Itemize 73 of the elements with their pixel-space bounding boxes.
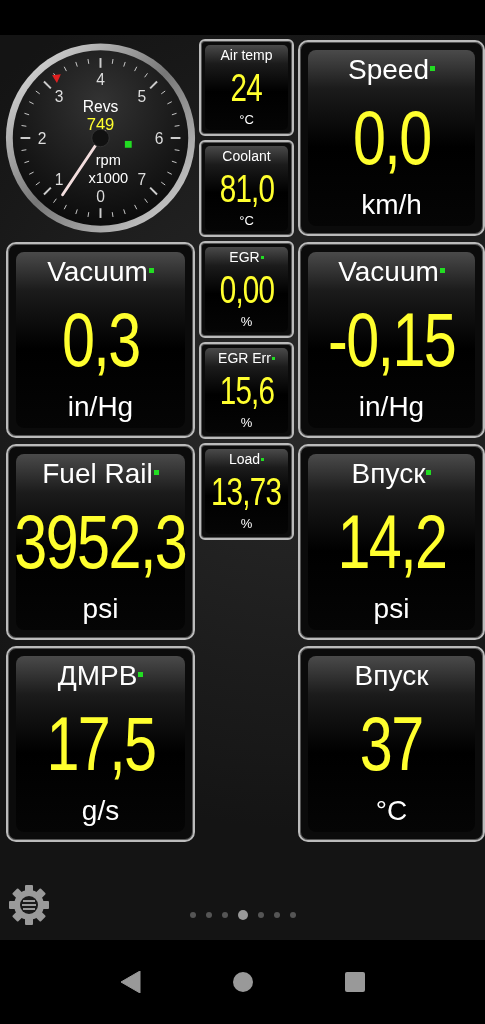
tile-label: Load xyxy=(228,451,261,468)
gauge-unit: rpm xyxy=(95,152,121,169)
gauge-tile[interactable]: Впуск 14,2 psi xyxy=(298,444,485,640)
tile-label: Впуск xyxy=(351,458,426,490)
tile-label: EGR Err xyxy=(218,350,271,367)
gauge-title: Revs xyxy=(82,97,119,115)
page-indicator-dot[interactable] xyxy=(237,910,248,920)
page-indicator-dot[interactable] xyxy=(205,912,212,918)
tile-label: Coolant xyxy=(222,148,271,165)
back-icon[interactable] xyxy=(120,971,141,993)
gauge-tile[interactable]: ДМРВ 17,5 g/s xyxy=(6,646,195,842)
tile-unit: % xyxy=(240,516,253,531)
tile-unit: in/Hg xyxy=(67,392,134,422)
recents-icon[interactable] xyxy=(344,972,365,992)
tile-value: 13,73 xyxy=(211,472,282,512)
gauge-tick-label: 6 xyxy=(154,129,164,147)
gauge-tile[interactable]: Load 13,73 % xyxy=(199,443,294,540)
tile-label: Fuel Rail xyxy=(42,458,153,490)
gauge-tile[interactable]: Fuel Rail 3952,3 psi xyxy=(6,444,195,640)
tile-unit: psi xyxy=(82,594,119,624)
tile-value: 14,2 xyxy=(336,502,447,582)
tile-label: ДМРВ xyxy=(57,660,138,692)
needle-hub xyxy=(91,128,110,148)
tile-label: Vacuum xyxy=(338,256,439,288)
tile-value: 81,0 xyxy=(219,169,274,209)
tile-unit: km/h xyxy=(361,190,422,220)
tile-value: 24 xyxy=(230,68,263,108)
gauge-tile[interactable]: Coolant 81,0 °C xyxy=(199,140,294,237)
tile-label: Впуск xyxy=(354,660,429,692)
gauge-tile[interactable]: Vacuum 0,3 in/Hg xyxy=(6,242,195,438)
page-indicator-dot[interactable] xyxy=(189,912,196,918)
tile-unit: % xyxy=(240,314,253,329)
tile-label: Speed xyxy=(348,54,429,86)
gauge-tick-label: 2 xyxy=(37,129,47,147)
tile-value: 37 xyxy=(360,704,423,784)
home-icon[interactable] xyxy=(232,972,253,992)
tile-value: -0,15 xyxy=(327,300,456,380)
gauge-tile[interactable]: EGR Err 15,6 % xyxy=(199,342,294,439)
tile-unit: % xyxy=(240,415,253,430)
gauge-scale: x1000 xyxy=(88,169,129,186)
gauge-tile[interactable]: Vacuum -0,15 in/Hg xyxy=(298,242,485,438)
tile-unit: g/s xyxy=(81,796,120,826)
page-indicator-dot[interactable] xyxy=(221,912,228,918)
page-indicator-dot[interactable] xyxy=(257,912,264,918)
tile-value: 0,3 xyxy=(61,300,140,380)
gauge-tick-label: 5 xyxy=(137,88,147,106)
gauge-tick-label: 3 xyxy=(54,88,64,106)
tile-unit: in/Hg xyxy=(358,392,425,422)
tile-label: Vacuum xyxy=(47,256,148,288)
gauge-tick-label: 7 xyxy=(137,171,147,189)
gauge-tile[interactable]: Air temp 24 °C xyxy=(199,39,294,136)
tile-value: 3952,3 xyxy=(14,502,187,582)
tile-label: EGR xyxy=(229,249,260,266)
tile-value: 0,0 xyxy=(352,98,431,178)
gauge-tile[interactable]: Speed 0,0 km/h xyxy=(298,40,485,236)
gauge-tile[interactable]: EGR 0,00 % xyxy=(199,241,294,338)
tile-unit: °C xyxy=(239,112,254,127)
page-indicator-dot[interactable] xyxy=(273,912,280,918)
tile-unit: °C xyxy=(239,213,254,228)
page-indicator-dot[interactable] xyxy=(289,912,296,918)
tile-value: 17,5 xyxy=(45,704,156,784)
tile-unit: °C xyxy=(375,796,408,826)
gauge-tile[interactable]: Впуск 37 °C xyxy=(298,646,485,842)
tile-label: Air temp xyxy=(220,47,273,64)
gauge-tick-label: 4 xyxy=(96,71,105,89)
tile-value: 15,6 xyxy=(219,371,274,411)
gauge-tick-label: 1 xyxy=(54,171,64,189)
tile-unit: psi xyxy=(373,594,410,624)
settings-menu-icon[interactable] xyxy=(9,885,49,925)
gauge-reading: 749 xyxy=(86,115,115,135)
tile-value: 0,00 xyxy=(219,270,274,310)
gauge-tick-label: 0 xyxy=(96,188,105,206)
limit-marker-icon xyxy=(52,74,61,83)
